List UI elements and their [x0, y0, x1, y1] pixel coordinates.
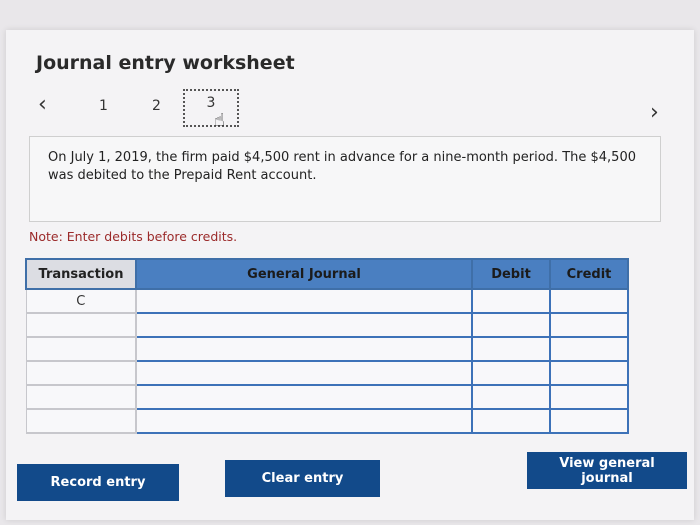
table-row: [25, 384, 629, 410]
table-row: [25, 360, 629, 386]
page-title: Journal entry worksheet: [36, 52, 295, 74]
journal-table: Transaction General Journal Debit Credit…: [25, 258, 629, 434]
view-general-journal-button[interactable]: View general journal: [527, 452, 687, 489]
transaction-cell: [25, 360, 137, 386]
prev-page-icon[interactable]: ‹: [38, 94, 47, 116]
header-transaction: Transaction: [25, 258, 137, 290]
account-field[interactable]: [135, 312, 473, 338]
transaction-cell: [25, 312, 137, 338]
credit-field[interactable]: [549, 312, 629, 338]
debit-field[interactable]: [471, 384, 551, 410]
note-text: Note: Enter debits before credits.: [29, 229, 238, 244]
debit-field[interactable]: [471, 312, 551, 338]
table-row: [25, 336, 629, 362]
transaction-cell: [25, 336, 137, 362]
credit-field[interactable]: [549, 336, 629, 362]
header-debit: Debit: [471, 258, 551, 290]
hand-cursor-icon: ☝: [214, 110, 225, 131]
account-field[interactable]: [135, 408, 473, 434]
credit-field[interactable]: [549, 360, 629, 386]
transaction-cell: [25, 408, 137, 434]
debit-field[interactable]: [471, 336, 551, 362]
record-entry-button[interactable]: Record entry: [17, 464, 179, 501]
debit-field[interactable]: [471, 288, 551, 314]
table-row: [25, 408, 629, 434]
debit-field[interactable]: [471, 360, 551, 386]
credit-field[interactable]: [549, 408, 629, 434]
credit-field[interactable]: [549, 288, 629, 314]
account-field[interactable]: [135, 288, 473, 314]
account-field[interactable]: [135, 384, 473, 410]
table-row: C: [25, 288, 629, 314]
transaction-cell: [25, 384, 137, 410]
transaction-description: On July 1, 2019, the firm paid $4,500 re…: [29, 136, 661, 222]
page-2-tab[interactable]: 2: [152, 98, 161, 114]
table-row: [25, 312, 629, 338]
account-field[interactable]: [135, 336, 473, 362]
next-page-icon[interactable]: ›: [650, 102, 659, 124]
page-1-tab[interactable]: 1: [99, 98, 108, 114]
page-3-tab[interactable]: 3: [183, 89, 239, 127]
account-field[interactable]: [135, 360, 473, 386]
clear-entry-button[interactable]: Clear entry: [225, 460, 380, 497]
header-credit: Credit: [549, 258, 629, 290]
debit-field[interactable]: [471, 408, 551, 434]
credit-field[interactable]: [549, 384, 629, 410]
transaction-cell: C: [25, 288, 137, 314]
header-general-journal: General Journal: [135, 258, 473, 290]
